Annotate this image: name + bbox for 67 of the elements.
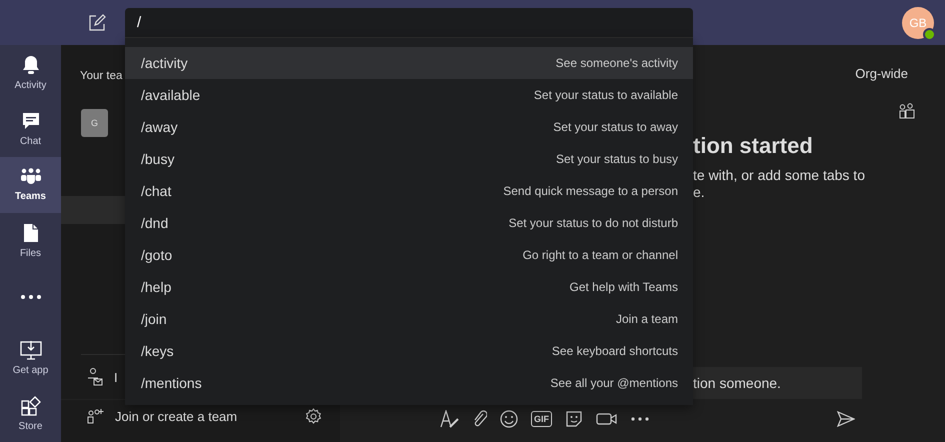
rail-item[interactable]: Get app [0, 330, 61, 386]
body-text: e. [693, 184, 706, 201]
command-name: /activity [141, 55, 188, 71]
command-description: See someone's activity [556, 56, 678, 70]
compose-icon[interactable] [88, 14, 106, 32]
join-team-link[interactable]: Join or create a team [115, 408, 238, 424]
command-name: /away [141, 119, 178, 135]
command-description: Set your status to available [534, 88, 678, 102]
download-icon [20, 340, 42, 360]
command-description: See all your @mentions [550, 376, 678, 390]
more-icon [20, 295, 40, 299]
command-item[interactable]: /busy Set your status to busy [125, 143, 693, 175]
command-item[interactable]: /available Set your status to available [125, 79, 693, 111]
command-name: /chat [141, 183, 172, 199]
command-name: /busy [141, 151, 174, 167]
command-item[interactable]: /keys See keyboard shortcuts [125, 335, 693, 367]
invite-text[interactable]: I [114, 370, 118, 384]
command-item[interactable]: /help Get help with Teams [125, 271, 693, 303]
command-description: Join a team [616, 312, 678, 326]
section-heading: Your tea [80, 70, 122, 84]
command-item[interactable]: /dnd Set your status to do not disturb [125, 207, 693, 239]
command-name: /goto [141, 247, 172, 263]
rail-item[interactable]: Teams [0, 157, 61, 213]
people-icon [20, 168, 42, 186]
sticker-icon[interactable] [565, 410, 583, 428]
command-description: Go right to a team or channel [522, 248, 678, 262]
file-icon [22, 223, 38, 243]
command-name: /available [141, 87, 200, 103]
rail-item[interactable]: Store [0, 386, 61, 442]
paperclip-icon[interactable] [473, 410, 487, 428]
emoji-icon[interactable] [500, 410, 518, 428]
people-icon[interactable] [899, 103, 915, 119]
body-text: te with, or add some tabs to [693, 167, 866, 184]
command-description: Send quick message to a person [503, 184, 678, 198]
command-description: Get help with Teams [570, 280, 678, 294]
format-icon[interactable] [440, 410, 460, 428]
command-item[interactable]: /chat Send quick message to a person [125, 175, 693, 207]
command-description: Set your status to busy [556, 152, 678, 166]
command-name: /dnd [141, 215, 168, 231]
settings-icon[interactable] [305, 408, 322, 424]
command-field[interactable]: / [125, 8, 693, 38]
chat-icon [20, 111, 40, 131]
command-name: /keys [141, 343, 174, 359]
command-description: Set your status to away [553, 120, 678, 134]
avatar-initials: GB [909, 16, 927, 30]
gif-button[interactable]: GIF [531, 411, 552, 427]
command-name: /help [141, 279, 172, 295]
rail-item[interactable]: Chat [0, 101, 61, 157]
command-item[interactable]: /away Set your status to away [125, 111, 693, 143]
command-item[interactable]: /activity See someone's activity [125, 47, 693, 79]
command-item[interactable]: /mentions See all your @mentions [125, 367, 693, 399]
command-name: /join [141, 311, 167, 327]
command-item[interactable]: /join Join a team [125, 303, 693, 335]
page-heading: tion started [693, 133, 814, 159]
bell-icon [22, 55, 40, 75]
more-icon[interactable] [631, 417, 649, 421]
scope-label: Org-wide [855, 66, 908, 81]
rail-item[interactable]: Files [0, 213, 61, 269]
command-name: /mentions [141, 375, 202, 391]
store-icon [20, 396, 40, 416]
command-description: See keyboard shortcuts [552, 344, 678, 358]
invite-icon[interactable] [87, 368, 103, 386]
command-description: Set your status to do not disturb [508, 216, 678, 230]
add-team-icon [87, 408, 104, 424]
command-item[interactable]: /goto Go right to a team or channel [125, 239, 693, 271]
send-icon[interactable] [837, 411, 855, 427]
rail-item[interactable]: Activity [0, 45, 61, 101]
